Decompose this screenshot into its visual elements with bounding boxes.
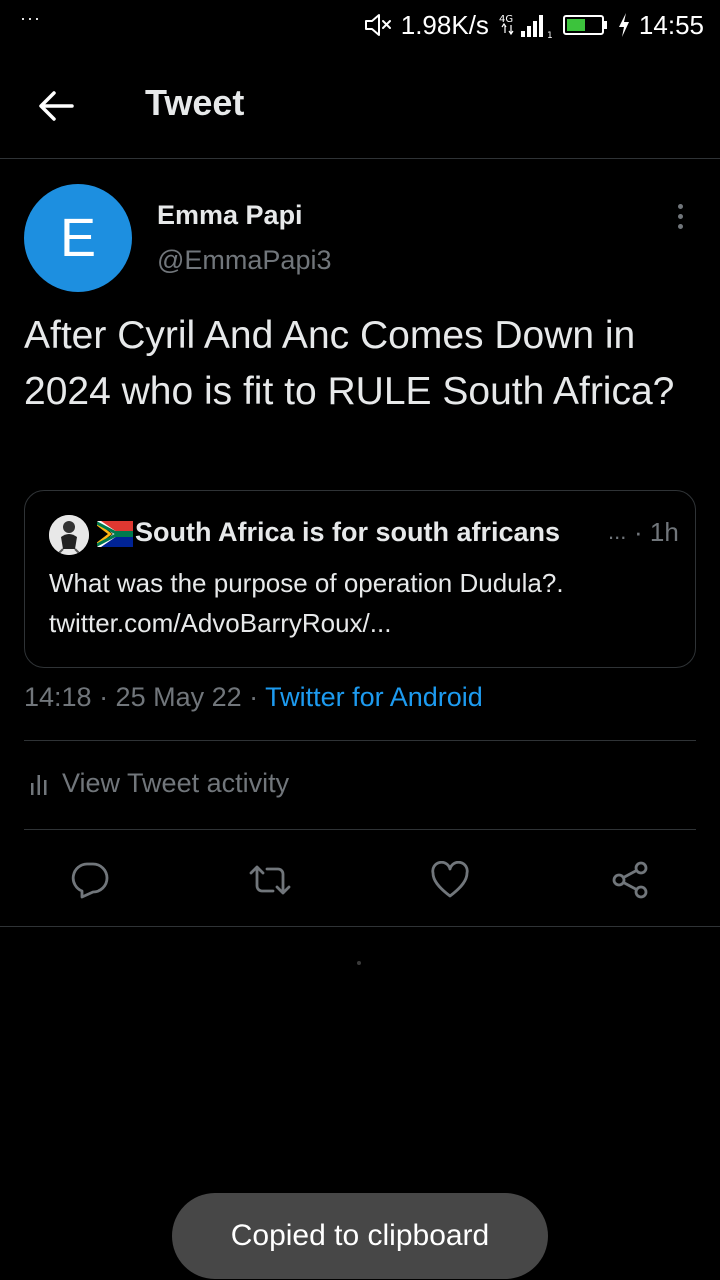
svg-text:4G: 4G	[499, 14, 513, 25]
toast-text: Copied to clipboard	[230, 1219, 490, 1252]
quoted-tweet-time: · 1h	[634, 517, 679, 547]
charging-icon	[617, 12, 631, 38]
author-handle[interactable]: @EmmaPapi3	[157, 245, 331, 276]
toast-notification: Copied to clipboard	[172, 1193, 548, 1279]
arrow-left-icon	[39, 91, 74, 121]
avatar-letter: E	[59, 208, 97, 268]
quoted-tweet-text: What was the purpose of operation Dudula…	[49, 568, 564, 638]
analytics-icon	[31, 774, 47, 795]
page-title: Tweet	[145, 82, 245, 123]
net-speed: 1.98K/s	[400, 9, 489, 40]
view-tweet-activity[interactable]: View Tweet activity	[30, 768, 289, 799]
status-icons: 1.98K/s 4G 1 14:55	[363, 10, 704, 41]
mute-icon	[363, 12, 393, 38]
tweet-timestamp: 14:18 · 25 May 22 ·	[24, 682, 266, 712]
share-icon	[612, 861, 648, 899]
tweet-source-link[interactable]: Twitter for Android	[265, 682, 483, 712]
activity-label: View Tweet activity	[62, 768, 290, 798]
south-africa-flag-icon	[97, 521, 133, 547]
notification-dots: ···	[20, 7, 41, 28]
app-header: Tweet	[0, 52, 720, 159]
quoted-tweet[interactable]: South Africa is for south africans ... ·…	[24, 490, 696, 668]
signal-icon: 4G 1	[497, 11, 555, 39]
status-bar: ··· 1.98K/s 4G 1 14:55	[0, 0, 720, 50]
divider	[0, 926, 720, 927]
clock: 14:55	[638, 9, 704, 40]
more-options-icon[interactable]	[660, 196, 700, 236]
divider	[24, 740, 696, 741]
battery-icon	[562, 14, 609, 36]
author-avatar[interactable]: E	[24, 184, 132, 292]
back-button[interactable]	[32, 82, 80, 130]
quoted-author-avatar	[49, 515, 89, 555]
share-button[interactable]	[600, 850, 660, 910]
author-name[interactable]: Emma Papi	[157, 200, 303, 231]
loading-dot	[357, 961, 361, 965]
reply-icon	[71, 862, 109, 899]
like-icon	[431, 861, 469, 898]
quoted-name-ellipsis: ...	[608, 519, 627, 544]
svg-text:1: 1	[547, 31, 553, 39]
tweet-actions	[0, 850, 720, 910]
like-button[interactable]	[420, 850, 480, 910]
retweet-button[interactable]	[240, 850, 300, 910]
tweet-meta: 14:18 · 25 May 22 · Twitter for Android	[24, 682, 483, 713]
tweet-text: After Cyril And Anc Comes Down in 2024 w…	[24, 314, 675, 413]
quoted-author-name: South Africa is for south africans	[135, 517, 561, 547]
retweet-icon	[249, 865, 291, 895]
reply-button[interactable]	[60, 850, 120, 910]
divider	[24, 829, 696, 830]
